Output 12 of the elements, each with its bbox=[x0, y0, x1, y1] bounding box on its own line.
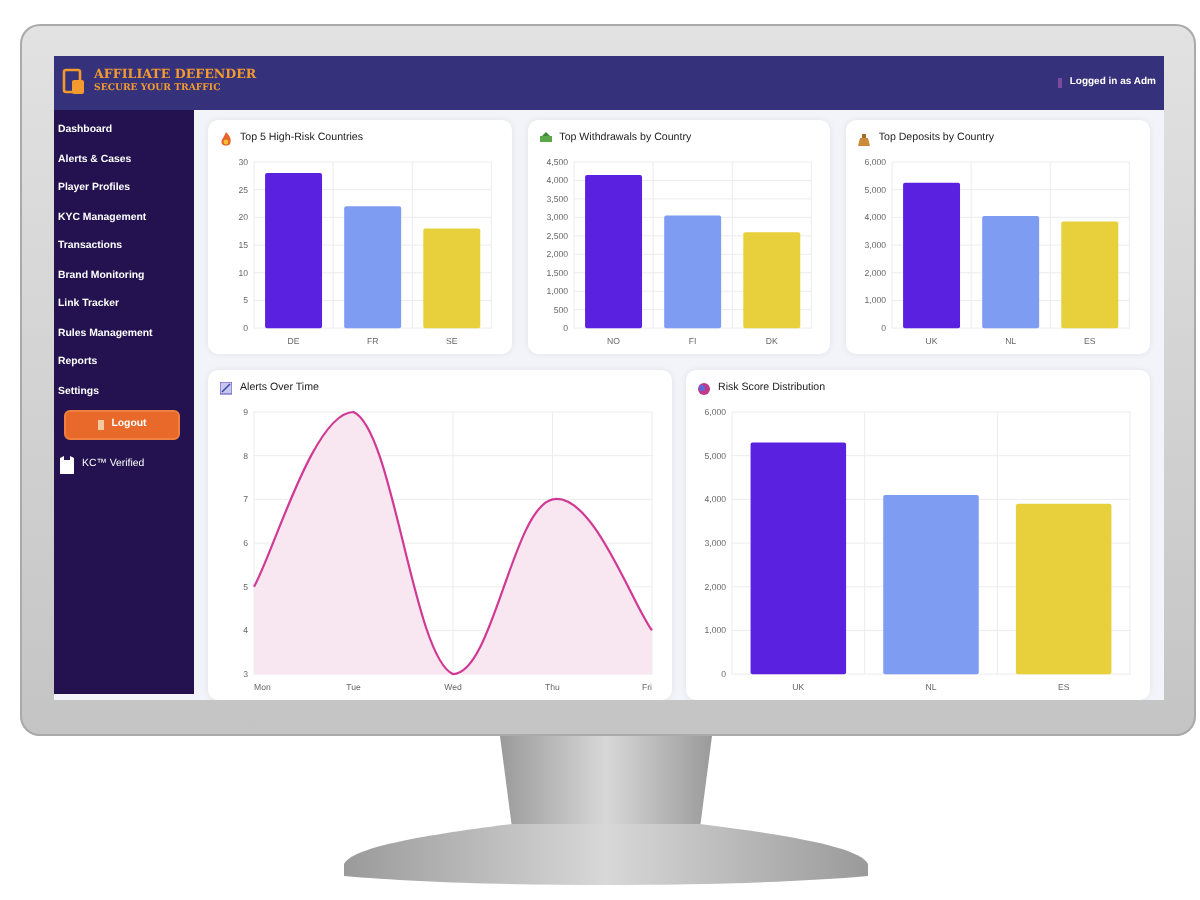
bar bbox=[982, 215, 1040, 328]
bar bbox=[742, 232, 800, 328]
bar bbox=[663, 215, 721, 328]
ball-icon bbox=[698, 382, 710, 397]
flame-icon bbox=[220, 132, 232, 147]
bar bbox=[1062, 221, 1119, 328]
logo-icon bbox=[62, 68, 86, 98]
bar bbox=[344, 206, 402, 328]
bag-icon bbox=[858, 132, 871, 147]
bar bbox=[423, 228, 481, 328]
door-icon bbox=[97, 420, 104, 430]
chart-icon bbox=[220, 382, 232, 397]
